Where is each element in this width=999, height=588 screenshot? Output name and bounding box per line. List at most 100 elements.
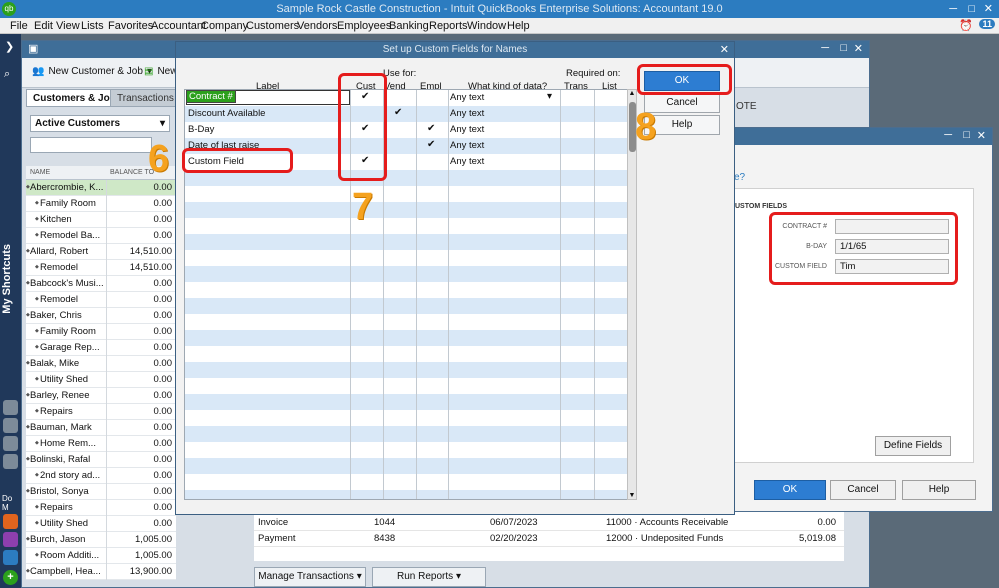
list-item[interactable]: ◆ Bolinski, Rafal 0.00 [26, 452, 176, 468]
customer-search-input[interactable] [30, 137, 152, 153]
list-item[interactable]: ◆ Bauman, Mark 0.00 [26, 420, 176, 436]
menu-vendors[interactable]: Vendors [297, 20, 337, 32]
list-item[interactable]: ◆ Remodel 0.00 [26, 292, 176, 308]
vend-checkbox[interactable]: ✔ [394, 107, 402, 118]
data-kind-cell[interactable]: Any text [450, 108, 484, 119]
expand-arrow-icon[interactable]: ❯ [5, 40, 14, 53]
add-icon[interactable]: + [3, 570, 18, 585]
list-item[interactable]: ◆ Balak, Mike 0.00 [26, 356, 176, 372]
menu-accountant[interactable]: Accountant [151, 20, 206, 32]
data-kind-cell[interactable]: Any text [450, 92, 484, 103]
table-row[interactable]: Invoice 1044 06/07/2023 11000 · Accounts… [254, 515, 844, 531]
list-item[interactable]: ◆ Baker, Chris 0.00 [26, 308, 176, 324]
list-item[interactable]: ◆ Family Room 0.00 [26, 324, 176, 340]
field-label-cell[interactable]: Contract # [186, 90, 236, 103]
chevron-down-icon[interactable]: ▾ [547, 91, 552, 102]
list-item[interactable]: ◆ Campbell, Hea... 13,900.00 [26, 564, 176, 580]
empl-checkbox[interactable]: ✔ [427, 139, 435, 150]
customer-filter-dropdown[interactable]: Active Customers ▾ [30, 115, 170, 132]
shortcut-icon-2[interactable] [3, 418, 18, 433]
customer-name: Baker, Chris [30, 310, 82, 321]
menu-banking[interactable]: Banking [389, 20, 429, 32]
menu-edit[interactable]: Edit [34, 20, 53, 32]
list-item[interactable]: ◆ Allard, Robert 14,510.00 [26, 244, 176, 260]
app-icon-blue[interactable] [3, 550, 18, 565]
menu-employees[interactable]: Employees [337, 20, 391, 32]
manage-transactions-button[interactable]: Manage Transactions ▾ [254, 567, 366, 587]
window-menu-icon[interactable]: ▣ [28, 42, 38, 55]
office-icon[interactable] [3, 514, 18, 529]
diamond-bullet-icon: ◆ [35, 408, 39, 414]
list-item[interactable]: ◆ Utility Shed 0.00 [26, 516, 176, 532]
list-item[interactable]: ◆ Bristol, Sonya 0.00 [26, 484, 176, 500]
new-customer-job-button[interactable]: 👥 New Customer & Job ▾ [32, 66, 152, 77]
menu-window[interactable]: Window [467, 20, 506, 32]
notification-badge[interactable]: 11 [979, 19, 995, 29]
list-item[interactable]: ◆ Kitchen 0.00 [26, 212, 176, 228]
menu-favorites[interactable]: Favorites [108, 20, 153, 32]
list-item[interactable]: ◆ Family Room 0.00 [26, 196, 176, 212]
menu-company[interactable]: Company [201, 20, 248, 32]
empl-checkbox[interactable]: ✔ [427, 123, 435, 134]
grid-scrollbar[interactable]: ▲ ▼ [627, 89, 637, 500]
edit-help-button[interactable]: Help [902, 480, 976, 500]
menu-customers[interactable]: Customers [246, 20, 299, 32]
custom-fields-section-title: USTOM FIELDS [735, 203, 787, 210]
edit-ok-button[interactable]: OK [754, 480, 826, 500]
list-item[interactable]: ◆ Remodel 14,510.00 [26, 260, 176, 276]
trx-type: Payment [258, 533, 296, 544]
new-transactions-button[interactable]: ▤ New [144, 66, 177, 77]
list-item[interactable]: ◆ Home Rem... 0.00 [26, 436, 176, 452]
list-item[interactable]: ◆ Garage Rep... 0.00 [26, 340, 176, 356]
scroll-up-icon[interactable]: ▲ [628, 90, 636, 97]
diamond-bullet-icon: ◆ [35, 344, 39, 350]
close-icon[interactable]: ✕ [977, 129, 986, 142]
field-label-cell[interactable]: B-Day [188, 124, 214, 135]
menu-help[interactable]: Help [507, 20, 530, 32]
edit-cancel-button[interactable]: Cancel [830, 480, 896, 500]
customer-name: Bristol, Sonya [30, 486, 89, 497]
quickbooks-logo-icon: qb [2, 2, 16, 16]
maximize-icon[interactable]: □ [968, 0, 975, 18]
close-icon[interactable]: ✕ [984, 0, 993, 18]
list-item[interactable]: ◆ Repairs 0.00 [26, 404, 176, 420]
list-item[interactable]: ◆ Abercrombie, K... 0.00 [26, 180, 176, 196]
list-item[interactable]: ◆ Remodel Ba... 0.00 [26, 228, 176, 244]
close-icon[interactable]: ✕ [720, 42, 729, 58]
scroll-down-icon[interactable]: ▼ [628, 492, 636, 499]
menu-lists[interactable]: Lists [81, 20, 104, 32]
cc-maximize-icon[interactable]: □ [840, 42, 847, 54]
alarm-clock-icon[interactable]: ⏰ [959, 19, 973, 32]
tab-transactions[interactable]: Transactions [110, 89, 181, 107]
list-item[interactable]: ◆ Utility Shed 0.00 [26, 372, 176, 388]
data-kind-cell[interactable]: Any text [450, 124, 484, 135]
data-kind-cell[interactable]: Any text [450, 140, 484, 151]
list-item[interactable]: ◆ Barley, Renee 0.00 [26, 388, 176, 404]
data-kind-cell[interactable]: Any text [450, 156, 484, 167]
cc-minimize-icon[interactable]: ─ [821, 42, 829, 54]
my-shortcuts-label[interactable]: My Shortcuts [1, 244, 13, 314]
field-label-cell[interactable]: Discount Available [188, 108, 265, 119]
menu-reports[interactable]: Reports [429, 20, 468, 32]
minimize-icon[interactable]: ─ [949, 0, 957, 18]
minimize-icon[interactable]: ─ [944, 129, 952, 141]
cc-close-icon[interactable]: ✕ [854, 42, 863, 55]
diamond-bullet-icon: ◆ [35, 552, 39, 558]
shortcut-icon-3[interactable] [3, 436, 18, 451]
menu-file[interactable]: File [10, 20, 28, 32]
search-icon[interactable]: ⌕ [4, 68, 10, 81]
shortcut-icon-1[interactable] [3, 400, 18, 415]
app-icon-purple[interactable] [3, 532, 18, 547]
column-name-header[interactable]: NAME [30, 169, 50, 176]
run-reports-button[interactable]: Run Reports ▾ [372, 567, 486, 587]
define-fields-button[interactable]: Define Fields [875, 436, 951, 456]
list-item[interactable]: ◆ Burch, Jason 1,005.00 [26, 532, 176, 548]
list-item[interactable]: ◆ Repairs 0.00 [26, 500, 176, 516]
shortcut-icon-4[interactable] [3, 454, 18, 469]
menu-view[interactable]: View [56, 20, 80, 32]
table-row[interactable]: Payment 8438 02/20/2023 12000 · Undeposi… [254, 531, 844, 547]
list-item[interactable]: ◆ Babcock's Musi... 0.00 [26, 276, 176, 292]
list-item[interactable]: ◆ Room Additi... 1,005.00 [26, 548, 176, 564]
maximize-icon[interactable]: □ [963, 129, 970, 141]
list-item[interactable]: ◆ 2nd story ad... 0.00 [26, 468, 176, 484]
